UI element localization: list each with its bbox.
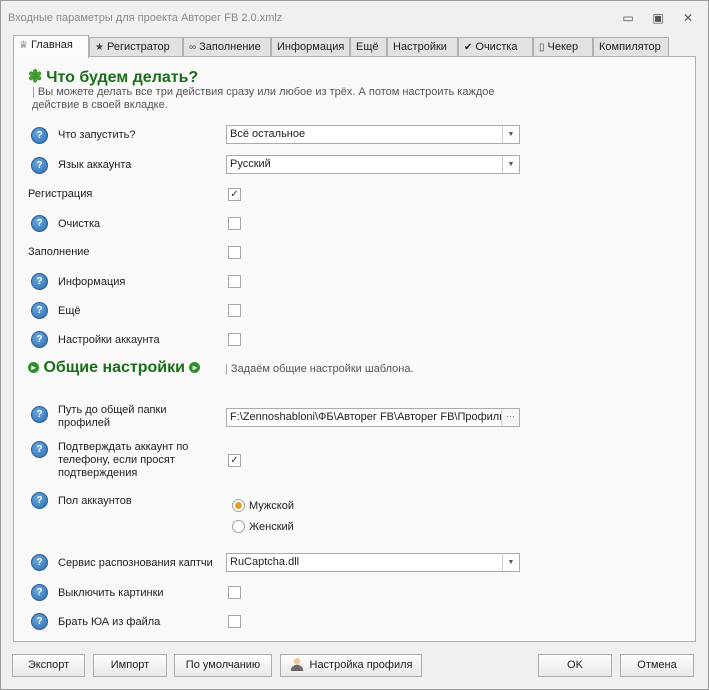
- disable-images-label: Выключить картинки: [58, 587, 164, 599]
- tab-more[interactable]: Ещё: [350, 37, 387, 56]
- help-icon[interactable]: ?: [31, 406, 48, 423]
- section-heading-what-to-do: ❃ Что будем делать?: [28, 67, 198, 87]
- help-icon[interactable]: ?: [31, 273, 48, 290]
- star-icon: ★: [95, 42, 104, 53]
- registration-label: Регистрация: [28, 188, 93, 200]
- cancel-button[interactable]: Отмена: [620, 654, 694, 677]
- filling-checkbox[interactable]: [228, 246, 241, 259]
- help-icon[interactable]: ?: [31, 302, 48, 319]
- help-icon[interactable]: ?: [31, 613, 48, 630]
- gear-green-icon: ❃: [28, 67, 43, 86]
- title-bar: Входные параметры для проекта Авторег FB…: [1, 1, 708, 35]
- infinity-icon: ∞: [189, 42, 197, 53]
- help-icon[interactable]: ?: [31, 584, 48, 601]
- tab-compiler[interactable]: Компилятор: [593, 37, 669, 56]
- home-icon: ♕: [19, 40, 28, 51]
- gender-female-radio[interactable]: [232, 520, 245, 533]
- select-value: RuCaptcha.dll: [230, 556, 300, 568]
- cleanup-checkbox[interactable]: [228, 217, 241, 230]
- general-description: | Задаём общие настройки шаблона.: [225, 363, 414, 375]
- account-language-select[interactable]: Русский ▼: [226, 155, 520, 174]
- dialog-window: Входные параметры для проекта Авторег FB…: [0, 0, 709, 690]
- ua-from-file-checkbox[interactable]: [228, 615, 241, 628]
- export-button[interactable]: Экспорт: [12, 654, 85, 677]
- heading-text: Общие настройки: [43, 359, 185, 376]
- account-settings-label: Настройки аккаунта: [58, 334, 160, 346]
- gender-male-label: Мужской: [249, 500, 294, 512]
- tab-settings[interactable]: Настройки: [387, 37, 458, 56]
- button-label: Настройка профиля: [309, 659, 413, 671]
- ua-from-file-label: Брать ЮА из файла: [58, 616, 161, 628]
- browse-button[interactable]: ···: [501, 409, 519, 426]
- section-heading-general: ▸ Общие настройки ▸: [28, 359, 201, 377]
- help-icon[interactable]: ?: [31, 492, 48, 509]
- select-value: Русский: [230, 158, 271, 170]
- disable-images-checkbox[interactable]: [228, 586, 241, 599]
- select-value: Всё остальное: [230, 128, 306, 140]
- help-icon[interactable]: ?: [31, 157, 48, 174]
- heading-text: Что будем делать?: [46, 69, 199, 86]
- tab-registrator[interactable]: ★ Регистратор: [89, 37, 183, 56]
- main-panel: ❃ Что будем делать? | Вы можете делать вс…: [13, 56, 696, 642]
- tab-label: Заполнение: [199, 41, 261, 53]
- defaults-button[interactable]: По умолчанию: [174, 654, 272, 677]
- dropdown-arrow-icon[interactable]: ▼: [502, 156, 519, 173]
- captcha-service-select[interactable]: RuCaptcha.dll ▼: [226, 553, 520, 572]
- help-icon[interactable]: ?: [31, 554, 48, 571]
- gender-female-label: Женский: [249, 521, 294, 533]
- phone-icon: ▯: [539, 42, 545, 53]
- tab-cleanup[interactable]: ✔ Очистка: [458, 37, 533, 56]
- help-icon[interactable]: ?: [31, 127, 48, 144]
- captcha-service-label: Сервис распознования каптчи: [58, 557, 213, 569]
- tab-filling[interactable]: ∞ Заполнение: [183, 37, 271, 56]
- window-title: Входные параметры для проекта Авторег FB…: [8, 12, 283, 24]
- help-icon[interactable]: ?: [31, 215, 48, 232]
- close-button[interactable]: ✕: [677, 9, 699, 27]
- profiles-path-input[interactable]: F:\Zennoshabloni\ФБ\Авторег FB\Авторег F…: [226, 408, 520, 427]
- tab-information[interactable]: Информация: [271, 37, 350, 56]
- import-button[interactable]: Импорт: [93, 654, 167, 677]
- information-checkbox[interactable]: [228, 275, 241, 288]
- minimize-button[interactable]: ▭: [617, 9, 639, 27]
- more-label: Ещё: [58, 305, 81, 317]
- tab-main[interactable]: ♕ Главная: [13, 35, 89, 58]
- phone-confirm-checkbox[interactable]: ✓: [228, 454, 241, 467]
- tab-label: Очистка: [475, 41, 518, 53]
- tab-label: Регистратор: [106, 41, 170, 53]
- registration-checkbox[interactable]: ✓: [228, 188, 241, 201]
- help-icon[interactable]: ?: [31, 331, 48, 348]
- cleanup-label: Очистка: [58, 218, 101, 230]
- what-to-run-select[interactable]: Всё остальное ▼: [226, 125, 520, 144]
- tab-label: Главная: [30, 39, 73, 51]
- tab-checker[interactable]: ▯ Чекер: [533, 37, 593, 56]
- gender-male-radio[interactable]: [232, 499, 245, 512]
- dropdown-arrow-icon[interactable]: ▼: [502, 554, 519, 571]
- dropdown-arrow-icon[interactable]: ▼: [502, 126, 519, 143]
- what-to-run-label: Что запустить?: [58, 129, 136, 141]
- information-label: Информация: [58, 276, 126, 288]
- phone-confirm-label: Подтверждать аккаунт по телефону, если п…: [58, 441, 189, 479]
- tab-label: Чекер: [547, 41, 579, 53]
- help-icon[interactable]: ?: [31, 441, 48, 458]
- more-checkbox[interactable]: [228, 304, 241, 317]
- account-settings-checkbox[interactable]: [228, 333, 241, 346]
- user-icon: [289, 657, 304, 671]
- tab-label: Настройки: [393, 41, 447, 53]
- maximize-button[interactable]: ▣: [647, 9, 669, 27]
- profiles-path-label: Путь до общей папки профилей: [58, 404, 167, 429]
- expand-circle-icon: ▸: [28, 362, 39, 373]
- filling-label: Заполнение: [28, 246, 90, 258]
- gender-label: Пол аккаунтов: [58, 495, 132, 507]
- account-language-label: Язык аккаунта: [58, 159, 132, 171]
- check-icon: ✔: [464, 42, 473, 53]
- expand-circle-icon: ▸: [189, 362, 201, 373]
- tab-label: Ещё: [356, 41, 379, 53]
- input-value: F:\Zennoshabloni\ФБ\Авторег FB\Авторег F…: [230, 411, 506, 423]
- tab-label: Информация: [277, 41, 345, 53]
- profile-settings-button[interactable]: Настройка профиля: [280, 654, 422, 677]
- section-description: | Вы можете делать все три действия сраз…: [32, 86, 495, 111]
- ok-button[interactable]: OK: [538, 654, 612, 677]
- tab-label: Компилятор: [599, 41, 661, 53]
